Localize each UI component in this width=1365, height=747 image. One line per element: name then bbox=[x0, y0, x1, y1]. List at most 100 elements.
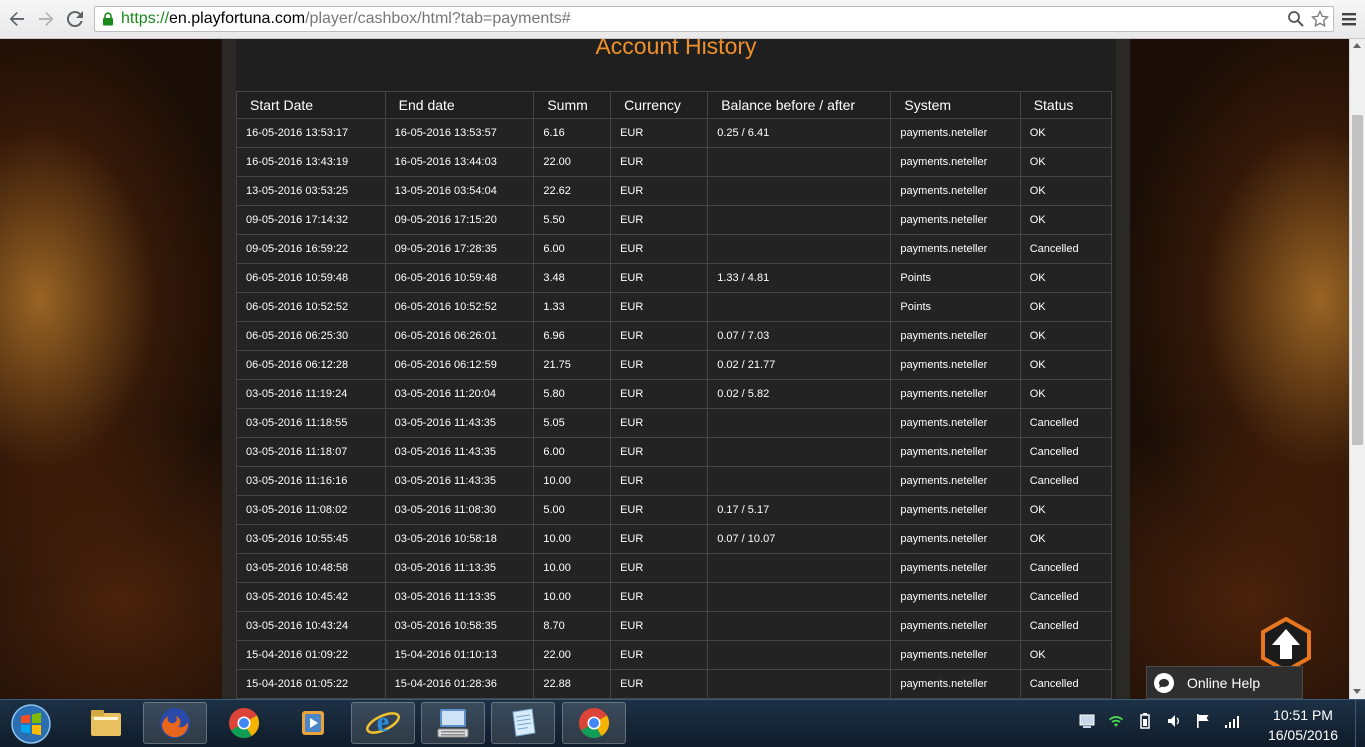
start-date-cell: 03-05-2016 10:45:42 bbox=[236, 582, 386, 612]
show-desktop-button[interactable] bbox=[1355, 700, 1365, 747]
column-header: Status bbox=[1019, 91, 1113, 119]
end-date-cell: 03-05-2016 11:13:35 bbox=[384, 582, 535, 612]
start-date-cell: 15-04-2016 01:05:22 bbox=[236, 669, 386, 699]
back-button[interactable] bbox=[6, 8, 28, 30]
currency-cell: EUR bbox=[610, 495, 709, 525]
end-date-cell: 03-05-2016 11:43:35 bbox=[384, 437, 535, 467]
balance-cell: 0.02 / 5.82 bbox=[707, 379, 892, 409]
zoom-icon[interactable] bbox=[1287, 10, 1305, 28]
table-row: 09-05-2016 16:59:22 09-05-2016 17:28:35 6.… bbox=[236, 234, 1113, 264]
taskbar-explorer[interactable] bbox=[74, 702, 138, 744]
end-date-cell: 06-05-2016 10:59:48 bbox=[384, 263, 535, 293]
table-row: 09-05-2016 17:14:32 09-05-2016 17:15:20 5.… bbox=[236, 205, 1113, 235]
end-date-cell: 06-05-2016 06:26:01 bbox=[384, 321, 535, 351]
scroll-up-arrow-icon[interactable] bbox=[1353, 43, 1361, 48]
system-cell: payments.neteller bbox=[890, 582, 1021, 612]
forward-button[interactable] bbox=[35, 8, 57, 30]
taskbar-firefox[interactable] bbox=[143, 702, 207, 744]
start-date-cell: 16-05-2016 13:53:17 bbox=[236, 118, 386, 148]
start-date-cell: 06-05-2016 10:59:48 bbox=[236, 263, 386, 293]
status-cell: OK bbox=[1019, 524, 1113, 554]
signal-icon[interactable] bbox=[1223, 712, 1241, 730]
start-date-cell: 03-05-2016 10:43:24 bbox=[236, 611, 386, 641]
hamburger-menu-icon[interactable] bbox=[1339, 9, 1359, 29]
taskbar-on-screen-keyboard[interactable] bbox=[421, 702, 485, 744]
system-cell: payments.neteller bbox=[890, 408, 1021, 438]
currency-cell: EUR bbox=[610, 669, 709, 699]
balance-cell bbox=[707, 408, 892, 438]
system-cell: payments.neteller bbox=[890, 437, 1021, 467]
lock-icon bbox=[103, 12, 113, 26]
column-header: Currency bbox=[610, 91, 709, 119]
battery-icon[interactable] bbox=[1136, 712, 1154, 730]
balance-cell bbox=[707, 640, 892, 670]
start-button[interactable] bbox=[9, 703, 53, 745]
start-date-cell: 03-05-2016 11:18:55 bbox=[236, 408, 386, 438]
chrome-icon bbox=[229, 708, 260, 739]
url-host: en.playfortuna.com bbox=[169, 10, 306, 27]
table-row: 16-05-2016 13:53:17 16-05-2016 13:53:57 6.… bbox=[236, 118, 1113, 148]
balance-cell bbox=[707, 611, 892, 641]
scroll-down-arrow-icon[interactable] bbox=[1353, 689, 1361, 694]
url-path: /player/cashbox/html?tab=payments# bbox=[305, 10, 571, 27]
end-date-cell: 06-05-2016 10:52:52 bbox=[384, 292, 535, 322]
bookmark-star-icon[interactable] bbox=[1311, 10, 1329, 28]
currency-cell: EUR bbox=[610, 292, 709, 322]
balance-cell: 0.17 / 5.17 bbox=[707, 495, 892, 525]
start-date-cell: 03-05-2016 11:08:02 bbox=[236, 495, 386, 525]
scroll-to-top-button[interactable] bbox=[1260, 617, 1312, 673]
system-cell: payments.neteller bbox=[890, 524, 1021, 554]
address-bar[interactable]: https://en.playfortuna.com/player/cashbo… bbox=[94, 6, 1334, 32]
table-row: 03-05-2016 11:08:02 03-05-2016 11:08:30 5.… bbox=[236, 495, 1113, 525]
summ-cell: 3.48 bbox=[533, 263, 612, 293]
status-cell: OK bbox=[1019, 321, 1113, 351]
status-cell: Cancelled bbox=[1019, 582, 1113, 612]
currency-cell: EUR bbox=[610, 466, 709, 496]
summ-cell: 10.00 bbox=[533, 553, 612, 583]
column-header: Balance before / after bbox=[707, 91, 892, 119]
taskbar-chrome[interactable] bbox=[212, 702, 276, 744]
reload-button[interactable] bbox=[64, 8, 86, 30]
table-row: 03-05-2016 11:19:24 03-05-2016 11:20:04 5.… bbox=[236, 379, 1113, 409]
scroll-thumb[interactable] bbox=[1352, 115, 1363, 445]
taskbar-notepad[interactable] bbox=[491, 702, 555, 744]
notepad-icon bbox=[512, 708, 536, 737]
table-row: 03-05-2016 10:48:58 03-05-2016 11:13:35 10… bbox=[236, 553, 1113, 583]
start-date-cell: 06-05-2016 06:12:28 bbox=[236, 350, 386, 380]
keyboard-icon bbox=[437, 709, 469, 738]
end-date-cell: 13-05-2016 03:54:04 bbox=[384, 176, 535, 206]
system-cell: payments.neteller bbox=[890, 553, 1021, 583]
summ-cell: 8.70 bbox=[533, 611, 612, 641]
summ-cell: 6.16 bbox=[533, 118, 612, 148]
svg-text:e: e bbox=[377, 707, 389, 738]
action-center-icon[interactable] bbox=[1078, 712, 1096, 730]
taskbar-media-player[interactable] bbox=[281, 702, 345, 744]
balance-cell: 0.07 / 10.07 bbox=[707, 524, 892, 554]
balance-cell bbox=[707, 176, 892, 206]
status-cell: OK bbox=[1019, 292, 1113, 322]
wifi-icon[interactable] bbox=[1107, 712, 1125, 730]
end-date-cell: 15-04-2016 01:28:36 bbox=[384, 669, 535, 699]
end-date-cell: 09-05-2016 17:15:20 bbox=[384, 205, 535, 235]
start-date-cell: 03-05-2016 10:55:45 bbox=[236, 524, 386, 554]
status-cell: OK bbox=[1019, 176, 1113, 206]
status-cell: OK bbox=[1019, 147, 1113, 177]
currency-cell: EUR bbox=[610, 321, 709, 351]
summ-cell: 6.00 bbox=[533, 234, 612, 264]
system-clock[interactable]: 10:51 PM 16/05/2016 bbox=[1258, 705, 1348, 745]
end-date-cell: 03-05-2016 11:20:04 bbox=[384, 379, 535, 409]
currency-cell: EUR bbox=[610, 205, 709, 235]
table-row: 03-05-2016 10:45:42 03-05-2016 11:13:35 10… bbox=[236, 582, 1113, 612]
flag-icon[interactable] bbox=[1194, 712, 1212, 730]
taskbar-chrome-active[interactable] bbox=[562, 702, 626, 744]
page-scrollbar[interactable] bbox=[1349, 39, 1365, 699]
end-date-cell: 16-05-2016 13:44:03 bbox=[384, 147, 535, 177]
summ-cell: 10.00 bbox=[533, 582, 612, 612]
currency-cell: EUR bbox=[610, 118, 709, 148]
taskbar-internet-explorer[interactable]: e bbox=[351, 702, 415, 744]
online-help-button[interactable]: Online Help bbox=[1146, 666, 1303, 699]
start-date-cell: 03-05-2016 11:18:07 bbox=[236, 437, 386, 467]
balance-cell bbox=[707, 205, 892, 235]
volume-icon[interactable] bbox=[1165, 712, 1183, 730]
table-row: 03-05-2016 11:18:07 03-05-2016 11:43:35 6.… bbox=[236, 437, 1113, 467]
